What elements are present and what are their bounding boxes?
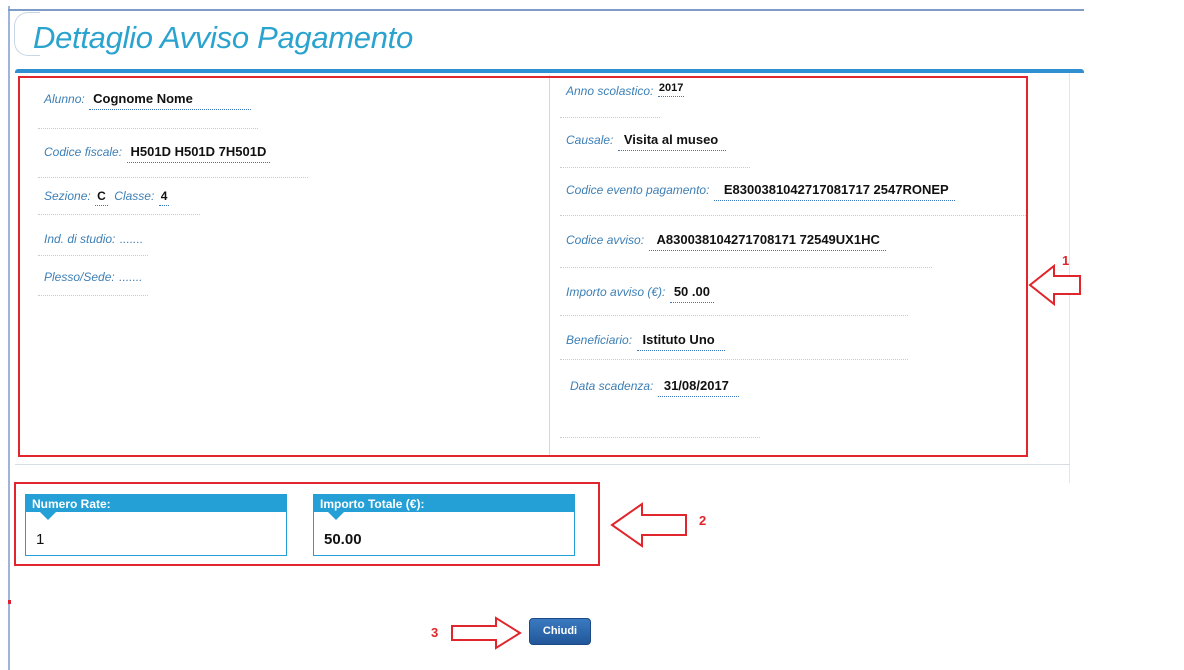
annotation-arrow-3 bbox=[451, 616, 522, 650]
importo-totale-value: 50.00 bbox=[324, 531, 362, 548]
importo-totale-label: Importo Totale (€): bbox=[320, 497, 425, 511]
window-top-border bbox=[8, 9, 1084, 11]
header-notch bbox=[40, 512, 56, 520]
panel-bottom-border bbox=[15, 464, 1070, 465]
annotation-box-1 bbox=[18, 76, 1028, 457]
numero-rate-label: Numero Rate: bbox=[32, 497, 111, 511]
annotation-number-3: 3 bbox=[431, 625, 439, 640]
importo-totale-card: Importo Totale (€): 50.00 bbox=[313, 494, 575, 556]
close-button[interactable]: Chiudi bbox=[529, 618, 591, 645]
panel-header-bar bbox=[15, 69, 1084, 73]
annotation-number-2: 2 bbox=[699, 513, 707, 528]
numero-rate-header: Numero Rate: bbox=[26, 495, 286, 520]
importo-totale-header: Importo Totale (€): bbox=[314, 495, 574, 520]
header-notch bbox=[328, 512, 344, 520]
annotation-mark bbox=[8, 600, 11, 604]
window-left-border bbox=[8, 6, 10, 670]
numero-rate-value: 1 bbox=[36, 531, 45, 548]
annotation-arrow-2 bbox=[610, 502, 687, 548]
annotation-arrow-1 bbox=[1028, 263, 1081, 307]
page-title: Dettaglio Avviso Pagamento bbox=[33, 20, 413, 55]
numero-rate-card: Numero Rate: 1 bbox=[25, 494, 287, 556]
annotation-number-1: 1 bbox=[1062, 253, 1070, 268]
